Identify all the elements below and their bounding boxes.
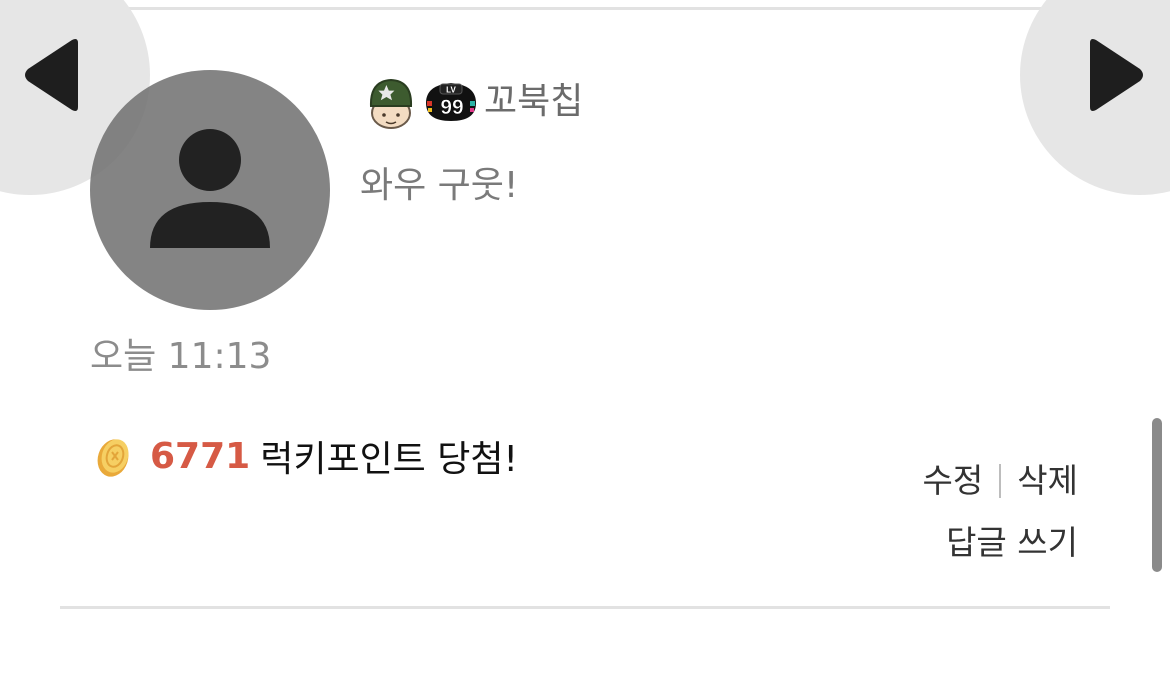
top-divider (60, 7, 1110, 10)
comment-actions: 수정 삭제 (923, 456, 1078, 506)
reply-button[interactable]: 답글 쓰기 (946, 518, 1078, 568)
avatar[interactable] (90, 70, 330, 310)
svg-text:99: 99 (440, 96, 463, 119)
author-name[interactable]: 꼬북칩 (484, 72, 583, 132)
next-button[interactable] (1020, 0, 1170, 195)
comment-screen: LV 99 꼬북칩 와우 구웃! 오늘 11:13 6771 럭키포인트 당첨! (0, 0, 1170, 678)
lucky-point-row: 6771 럭키포인트 당첨! (94, 428, 518, 484)
bottom-divider (60, 606, 1110, 609)
delete-button[interactable]: 삭제 (1017, 456, 1078, 506)
gold-coin-icon (94, 432, 134, 480)
lucky-points-message: 럭키포인트 당첨! (260, 439, 518, 480)
comment-timestamp: 오늘 11:13 (90, 336, 272, 377)
level-99-badge-icon: LV 99 (422, 73, 480, 131)
svg-text:LV: LV (446, 86, 456, 95)
triangle-right-icon (1090, 39, 1143, 111)
author-row: LV 99 꼬북칩 (362, 72, 583, 132)
edit-button[interactable]: 수정 (923, 456, 984, 506)
action-separator (999, 464, 1002, 498)
default-user-icon (150, 129, 270, 248)
helmet-star-badge-icon (362, 73, 420, 131)
comment-text: 와우 구웃! (360, 165, 519, 206)
scrollbar[interactable] (1152, 418, 1162, 572)
lucky-points-value: 6771 (150, 435, 251, 477)
